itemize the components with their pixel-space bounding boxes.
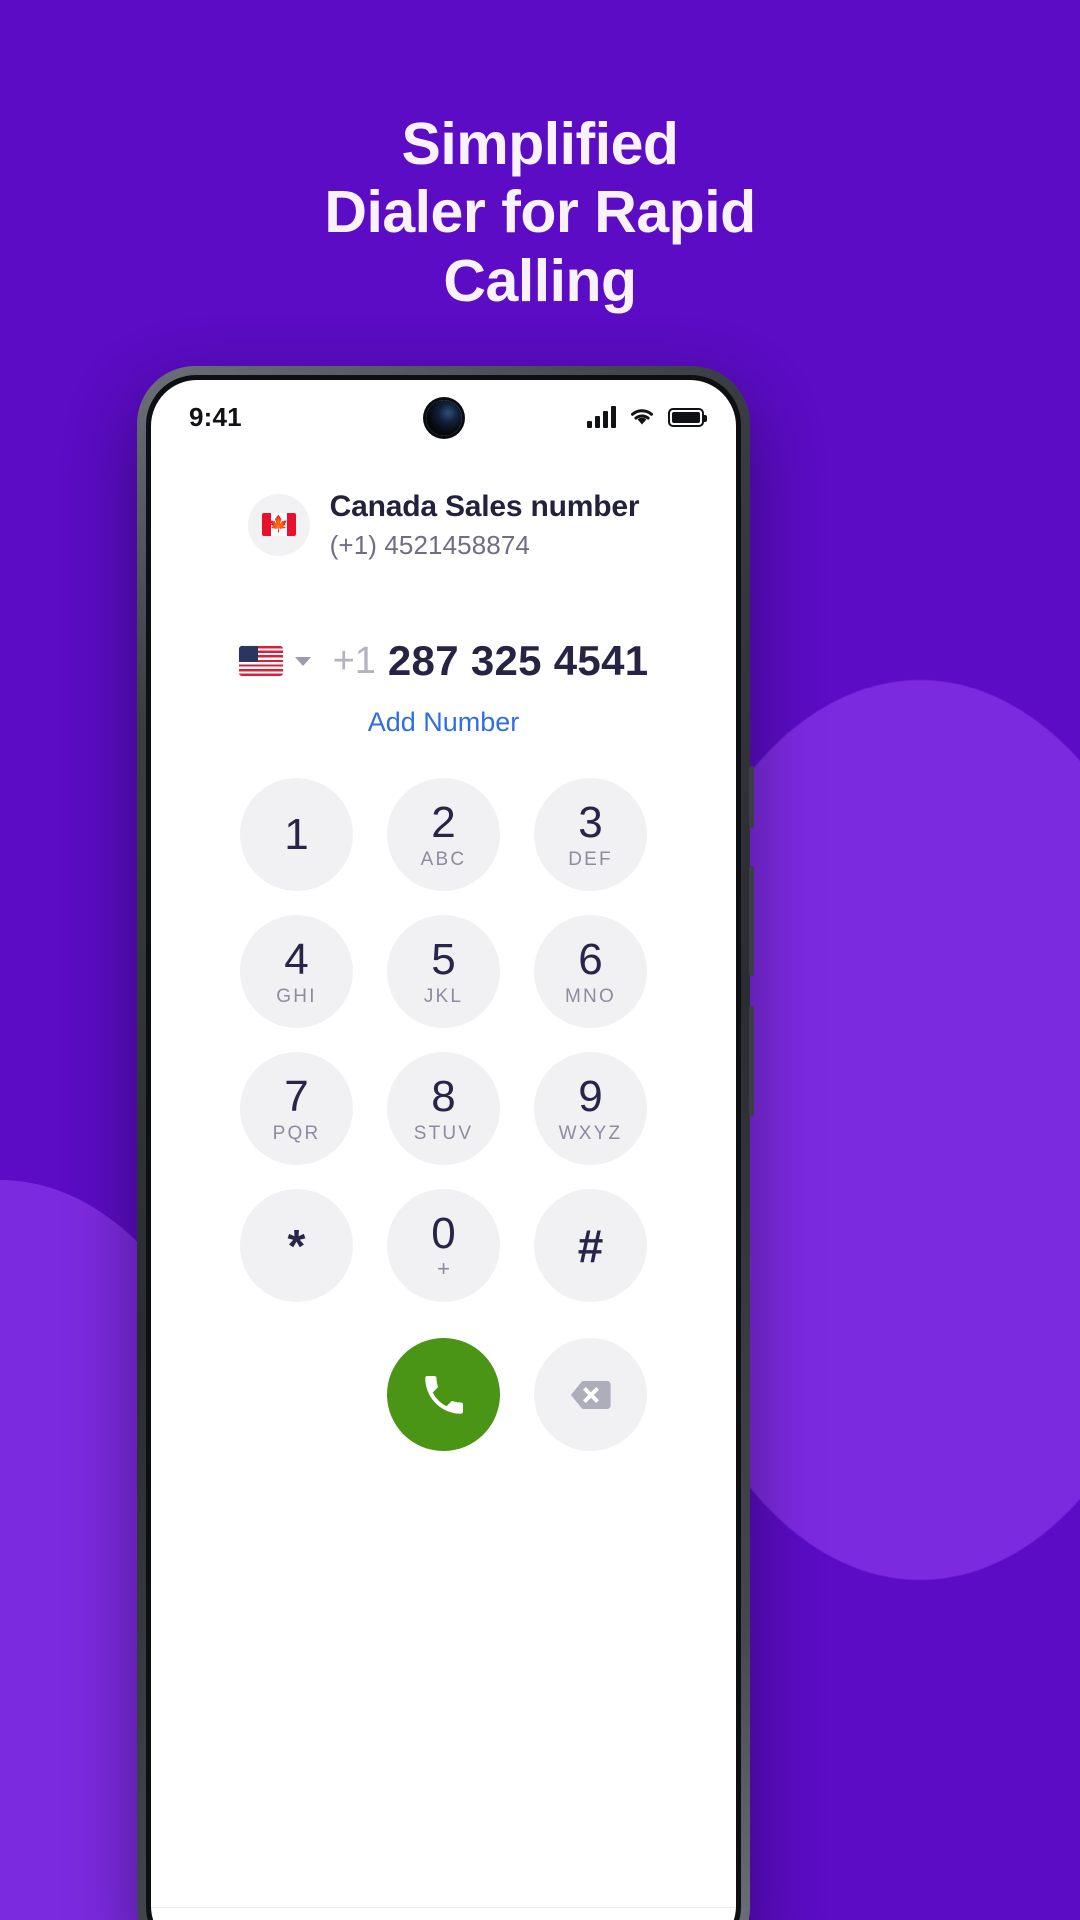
phone-screen: 9:41 🍁 Canada Sales number (+1) 45214588… bbox=[151, 380, 736, 1920]
phone-button-power[interactable] bbox=[749, 1006, 754, 1116]
key-letters: JKL bbox=[423, 985, 464, 1007]
phone-number-row[interactable]: +1 287 325 4541 bbox=[151, 637, 736, 685]
key-digit: 1 bbox=[284, 809, 309, 859]
key-digit: # bbox=[577, 1219, 604, 1272]
backspace-icon bbox=[570, 1380, 611, 1409]
call-button[interactable] bbox=[387, 1338, 500, 1451]
key-4[interactable]: 4 GHI bbox=[240, 915, 353, 1028]
status-bar: 9:41 bbox=[151, 380, 736, 454]
avatar: 🍁 bbox=[247, 493, 310, 556]
key-digit: 4 bbox=[284, 934, 309, 984]
phone-number-input[interactable]: 287 325 4541 bbox=[388, 637, 649, 685]
key-letters: WXYZ bbox=[558, 1122, 623, 1144]
key-digit: 8 bbox=[431, 1071, 456, 1121]
headline-line-2: Dialer for Rapid bbox=[324, 179, 756, 246]
bottom-divider bbox=[151, 1907, 736, 1908]
key-8[interactable]: 8 STUV bbox=[387, 1052, 500, 1165]
key-letters: PQR bbox=[272, 1122, 321, 1144]
key-digit: 0 bbox=[431, 1208, 456, 1258]
status-time: 9:41 bbox=[189, 401, 242, 432]
country-code: +1 bbox=[332, 639, 376, 682]
signal-bars-icon bbox=[587, 406, 616, 428]
key-letters: + bbox=[437, 1255, 450, 1281]
battery-full-icon bbox=[668, 407, 707, 427]
backspace-button[interactable] bbox=[534, 1338, 647, 1451]
key-3[interactable]: 3 DEF bbox=[534, 778, 647, 891]
key-star[interactable]: * bbox=[240, 1189, 353, 1302]
key-digit: 7 bbox=[284, 1071, 309, 1121]
key-1[interactable]: 1 bbox=[240, 778, 353, 891]
key-letters: ABC bbox=[420, 848, 467, 870]
canada-flag-icon: 🍁 bbox=[261, 513, 296, 536]
chevron-down-icon[interactable] bbox=[294, 656, 311, 666]
key-letters: MNO bbox=[565, 985, 616, 1007]
phone-bezel: 9:41 🍁 Canada Sales number (+1) 45214588… bbox=[146, 375, 741, 1920]
key-digit: 2 bbox=[431, 797, 456, 847]
key-letters: DEF bbox=[568, 848, 613, 870]
front-camera-icon bbox=[425, 400, 462, 436]
status-icons bbox=[587, 406, 707, 428]
contact-header[interactable]: 🍁 Canada Sales number (+1) 4521458874 bbox=[151, 488, 736, 561]
contact-number: (+1) 4521458874 bbox=[329, 529, 530, 560]
key-5[interactable]: 5 JKL bbox=[387, 915, 500, 1028]
wifi-icon bbox=[631, 409, 653, 425]
contact-name: Canada Sales number bbox=[329, 490, 640, 523]
key-digit: 5 bbox=[431, 934, 456, 984]
headline-line-1: Simplified bbox=[401, 111, 679, 177]
key-6[interactable]: 6 MNO bbox=[534, 915, 647, 1028]
key-7[interactable]: 7 PQR bbox=[240, 1052, 353, 1165]
key-2[interactable]: 2 ABC bbox=[387, 778, 500, 891]
dialer-actions bbox=[151, 1338, 736, 1451]
key-digit: * bbox=[287, 1219, 306, 1272]
key-0[interactable]: 0 + bbox=[387, 1189, 500, 1302]
phone-button-mute[interactable] bbox=[749, 766, 754, 828]
phone-mockup: 9:41 🍁 Canada Sales number (+1) 45214588… bbox=[137, 366, 754, 1920]
key-9[interactable]: 9 WXYZ bbox=[534, 1052, 647, 1165]
phone-handset-icon bbox=[424, 1375, 463, 1414]
add-number-link[interactable]: Add Number bbox=[151, 707, 736, 738]
key-digit: 3 bbox=[578, 797, 603, 847]
headline-line-3: Calling bbox=[443, 247, 637, 314]
key-digit: 9 bbox=[578, 1071, 603, 1121]
contact-text: Canada Sales number (+1) 4521458874 bbox=[330, 488, 640, 561]
dial-keypad: 1 2 ABC 3 DEF 4 GHI 5 JKL 6 MNO 7 PQR 8 … bbox=[151, 778, 736, 1302]
key-hash[interactable]: # bbox=[534, 1189, 647, 1302]
key-digit: 6 bbox=[578, 934, 603, 984]
usa-flag-icon[interactable] bbox=[238, 646, 283, 676]
phone-button-volume[interactable] bbox=[749, 866, 754, 976]
key-letters: GHI bbox=[276, 985, 317, 1007]
key-letters: STUV bbox=[413, 1122, 474, 1144]
page-title: Simplified Dialer for Rapid Calling bbox=[0, 110, 1080, 315]
